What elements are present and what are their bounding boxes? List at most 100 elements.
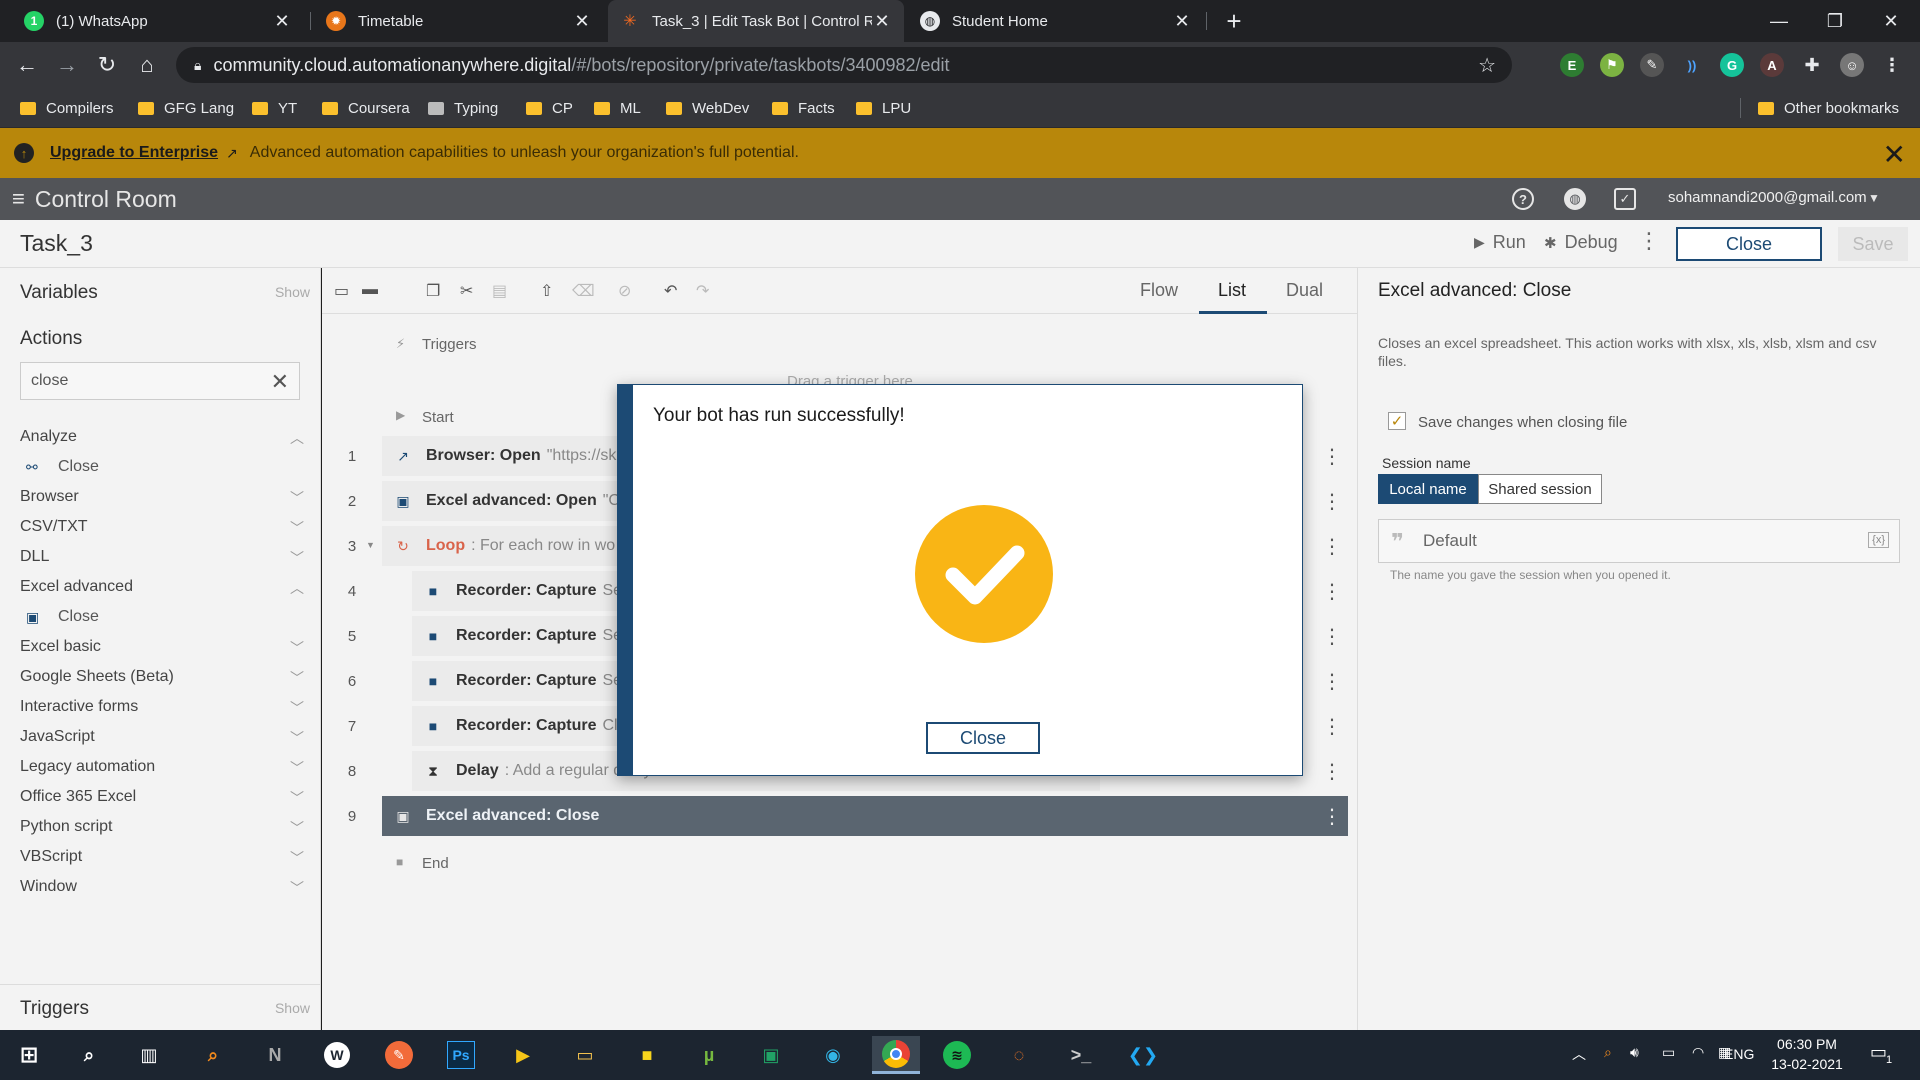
tray-chevron-up-icon[interactable]: ︿ xyxy=(1572,1044,1586,1064)
category-analyze[interactable]: Analyze ︿ xyxy=(20,428,304,448)
forward-icon[interactable]: → xyxy=(52,50,82,80)
globe-icon[interactable]: ◍ xyxy=(1564,188,1586,210)
variables-show-link[interactable]: Show xyxy=(275,284,310,300)
category-window[interactable]: Window ﹀ xyxy=(20,878,304,898)
clear-search-icon[interactable]: ✕ xyxy=(271,369,289,395)
minimize-icon[interactable]: — xyxy=(1750,0,1808,42)
variables-heading[interactable]: Variables xyxy=(20,282,98,304)
bookmark-cp[interactable]: CP xyxy=(526,88,573,128)
close-tab-icon[interactable]: ✕ xyxy=(1172,11,1192,32)
search-icon[interactable]: ⌕ xyxy=(70,1036,108,1074)
chrome-icon[interactable] xyxy=(872,1036,920,1074)
copy-icon[interactable]: ❐ xyxy=(426,281,440,301)
language-indicator[interactable]: ENG xyxy=(1724,1046,1754,1062)
restore-icon[interactable]: ❐ xyxy=(1806,0,1864,42)
bookmark-ml[interactable]: ML xyxy=(594,88,641,128)
vscode-icon[interactable]: ❮❯ xyxy=(1124,1036,1162,1074)
run-button[interactable]: ▶ Run xyxy=(1474,232,1526,253)
volume-icon[interactable]: 🔊︎ xyxy=(1630,1044,1639,1061)
puzzle-icon[interactable]: ✚ xyxy=(1800,53,1824,77)
shared-session-toggle[interactable]: Shared session xyxy=(1478,474,1602,504)
bookmark-typing[interactable]: Typing xyxy=(428,88,498,128)
collapse-caret-icon[interactable]: ▼ xyxy=(366,540,375,550)
edge-icon[interactable]: ◉ xyxy=(814,1036,852,1074)
upgrade-link[interactable]: Upgrade to Enterprise xyxy=(50,144,218,162)
profile-avatar[interactable]: ☺ xyxy=(1840,53,1864,77)
move-up-icon[interactable]: ⇧ xyxy=(540,281,553,301)
save-changes-checkbox[interactable]: ✓ xyxy=(1388,412,1406,430)
clock[interactable]: 06:30 PM 13-02-2021 xyxy=(1762,1034,1852,1074)
category-google-sheets[interactable]: Google Sheets (Beta) ﹀ xyxy=(20,668,304,688)
hamburger-menu-icon[interactable]: ≡ xyxy=(12,186,25,212)
screen-icon[interactable]: ▬ xyxy=(362,281,378,299)
notifications-icon[interactable]: ▭ xyxy=(1870,1042,1887,1063)
bookmark-facts[interactable]: Facts xyxy=(772,88,835,128)
undo-icon[interactable]: ↶ xyxy=(664,281,677,301)
category-javascript[interactable]: JavaScript ﹀ xyxy=(20,728,304,748)
row-menu-icon[interactable]: ⋮ xyxy=(1322,804,1342,829)
triggers-heading[interactable]: Triggers xyxy=(20,998,89,1020)
category-office365-excel[interactable]: Office 365 Excel ﹀ xyxy=(20,788,304,808)
category-excel-advanced[interactable]: Excel advanced ︿ xyxy=(20,578,304,598)
other-bookmarks[interactable]: Other bookmarks xyxy=(1758,88,1899,128)
evernote-icon[interactable]: E xyxy=(1560,53,1584,77)
bookmark-yt[interactable]: YT xyxy=(252,88,297,128)
tab-dual[interactable]: Dual xyxy=(1286,280,1323,301)
notion-icon[interactable]: N xyxy=(256,1036,294,1074)
tab-flow[interactable]: Flow xyxy=(1140,280,1178,301)
category-interactive-forms[interactable]: Interactive forms ﹀ xyxy=(20,698,304,718)
category-excel-basic[interactable]: Excel basic ﹀ xyxy=(20,638,304,658)
back-icon[interactable]: ← xyxy=(12,50,42,80)
cast-icon[interactable]: )) xyxy=(1680,53,1704,77)
terminal-icon[interactable]: >_ xyxy=(1062,1036,1100,1074)
jupyter-icon[interactable]: ◌ xyxy=(1000,1036,1038,1074)
row-menu-icon[interactable]: ⋮ xyxy=(1322,489,1342,514)
cut-icon[interactable]: ✂ xyxy=(460,281,473,301)
paste-icon[interactable]: ▤ xyxy=(492,281,507,301)
bookmark-star-icon[interactable]: ☆ xyxy=(1478,53,1496,78)
more-options-icon[interactable]: ⋮ xyxy=(1638,228,1660,254)
action-analyze-close[interactable]: ⚯ Close xyxy=(26,458,99,476)
variable-insert-icon[interactable]: {x} xyxy=(1868,532,1889,548)
row-menu-icon[interactable]: ⋮ xyxy=(1322,759,1342,784)
category-browser[interactable]: Browser ﹀ xyxy=(20,488,304,508)
tab-task3[interactable]: ✳ Task_3 | Edit Task Bot | Control Ro ✕ xyxy=(608,0,904,42)
user-menu[interactable]: sohamnandi2000@gmail.com xyxy=(1668,189,1867,206)
close-tab-icon[interactable]: ✕ xyxy=(872,11,892,32)
triggers-show-link[interactable]: Show xyxy=(275,1000,310,1016)
windows-start-icon[interactable]: ⊞ xyxy=(10,1036,48,1074)
delete-icon[interactable]: ⌫ xyxy=(572,281,595,301)
bookmark-webdev[interactable]: WebDev xyxy=(666,88,749,128)
search-app-icon[interactable]: ⌕ xyxy=(194,1036,232,1074)
category-vbscript[interactable]: VBScript ﹀ xyxy=(20,848,304,868)
close-tab-icon[interactable]: ✕ xyxy=(572,11,592,32)
action-excel-advanced-close[interactable]: ▣ Close xyxy=(26,608,99,626)
close-tab-icon[interactable]: ✕ xyxy=(272,11,292,32)
row-menu-icon[interactable]: ⋮ xyxy=(1322,444,1342,469)
bookmark-compilers[interactable]: Compilers xyxy=(20,88,114,128)
save-button[interactable]: Save xyxy=(1838,227,1908,261)
row-menu-icon[interactable]: ⋮ xyxy=(1322,714,1342,739)
row-menu-icon[interactable]: ⋮ xyxy=(1322,624,1342,649)
sheets-app-icon[interactable]: ▣ xyxy=(752,1036,790,1074)
extension-icon[interactable]: ⚑ xyxy=(1600,53,1624,77)
debug-button[interactable]: ✱ Debug xyxy=(1544,232,1618,253)
category-legacy-automation[interactable]: Legacy automation ﹀ xyxy=(20,758,304,778)
home-icon[interactable]: ⌂ xyxy=(132,50,162,80)
action-search-input[interactable]: close ✕ xyxy=(20,362,300,400)
dialog-close-button[interactable]: Close xyxy=(926,722,1040,754)
sticky-notes-icon[interactable]: ■ xyxy=(628,1036,666,1074)
grammarly-icon[interactable]: G xyxy=(1720,53,1744,77)
bookmark-lpu[interactable]: LPU xyxy=(856,88,911,128)
category-dll[interactable]: DLL ﹀ xyxy=(20,548,304,568)
new-tab-button[interactable]: + xyxy=(1218,0,1250,42)
window-close-icon[interactable]: ✕ xyxy=(1862,0,1920,42)
category-csv-txt[interactable]: CSV/TXT ﹀ xyxy=(20,518,304,538)
redo-icon[interactable]: ↷ xyxy=(696,281,709,301)
extension-icon[interactable]: A xyxy=(1760,53,1784,77)
tab-timetable[interactable]: ✹ Timetable ✕ xyxy=(314,0,604,42)
file-explorer-icon[interactable]: ▭ xyxy=(566,1036,604,1074)
row-menu-icon[interactable]: ⋮ xyxy=(1322,534,1342,559)
notifications-icon[interactable]: ✓ xyxy=(1614,188,1636,210)
bookmark-coursera[interactable]: Coursera xyxy=(322,88,410,128)
